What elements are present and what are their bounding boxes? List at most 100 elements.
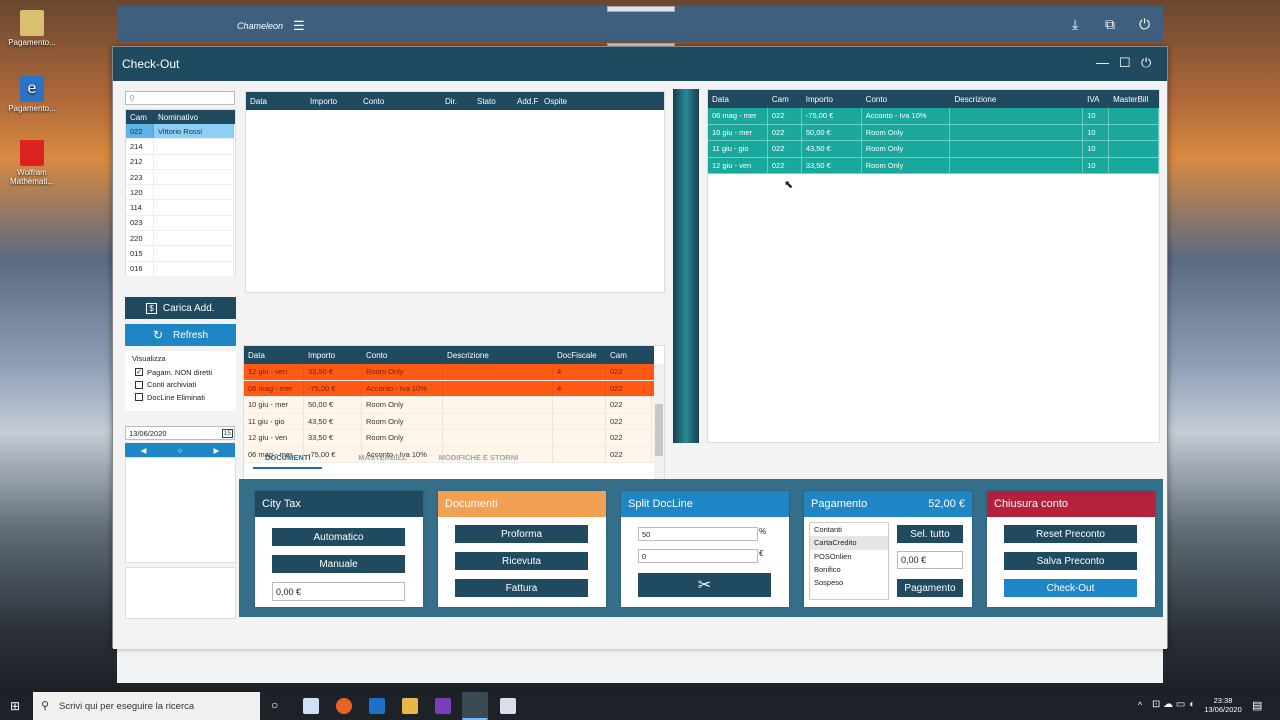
column-header[interactable]: Conto	[862, 90, 951, 108]
checkbox[interactable]	[135, 393, 143, 402]
fattura-button[interactable]: Fattura	[455, 579, 588, 597]
tab-documenti[interactable]: DOCUMENTI	[253, 453, 323, 469]
column-header[interactable]: Conto	[362, 346, 443, 364]
automatico-button[interactable]: Automatico	[272, 528, 405, 546]
taskbar-search[interactable]: ⚲ Scrivi qui per eseguire la ricerca	[33, 692, 260, 720]
table-row[interactable]: 114	[126, 200, 235, 216]
table-row[interactable]: 10 giu - mer 50,00 € Room Only 022	[244, 397, 654, 414]
power-icon[interactable]: ⏻	[1141, 55, 1151, 71]
pagamento-button[interactable]: Pagamento	[897, 579, 963, 597]
table-row[interactable]: 12 giu - ven 33,50 € Room Only 4 022	[244, 364, 654, 381]
maximize-icon[interactable]: ☐	[1119, 55, 1131, 71]
ricevuta-button[interactable]: Ricevuta	[455, 552, 588, 570]
select-all-button[interactable]: Sel. tutto	[897, 525, 963, 543]
desktop-icon-edge[interactable]: e Pagamento...	[0, 76, 64, 113]
split-amount-input[interactable]: 0	[638, 549, 758, 563]
table-row[interactable]: 016	[126, 261, 235, 277]
column-header[interactable]: DocFiscale	[553, 346, 606, 364]
column-header[interactable]: Cam	[768, 90, 802, 108]
table-row[interactable]: 214	[126, 139, 235, 155]
table-row[interactable]: 120	[126, 185, 235, 201]
table-row[interactable]: 06 mag - mer -75,00 € Acconto - Iva 10% 4 02…	[244, 380, 654, 397]
column-header[interactable]: Data	[244, 346, 304, 364]
notification-icon[interactable]: ▤	[1252, 699, 1262, 712]
table-row[interactable]: 06 mag - mer 022 -75,00 € Acconto - Iva 10%…	[708, 108, 1160, 125]
firefox-icon[interactable]	[336, 698, 352, 714]
checkbox-option[interactable]: Conti archiviati	[135, 379, 236, 392]
checkout-button[interactable]: Check-Out	[1004, 579, 1137, 597]
table-row[interactable]: 11 giu - gio 022 43,50 € Room Only 10	[708, 141, 1160, 158]
today-icon[interactable]: ○	[178, 446, 183, 455]
minimize-icon[interactable]: —	[1096, 55, 1109, 70]
carica-add-button[interactable]: $ Carica Add.	[125, 297, 236, 319]
table-row[interactable]: 223	[126, 169, 235, 186]
external-window-icon[interactable]: ⧉	[1105, 16, 1115, 33]
proforma-button[interactable]: Proforma	[455, 525, 588, 543]
column-header[interactable]: Descrizione	[950, 90, 1083, 108]
table-row[interactable]: 11 giu - gio 43,50 € Room Only 022	[244, 413, 654, 430]
column-header[interactable]: Stato	[473, 92, 513, 110]
column-header[interactable]: IVA	[1083, 90, 1109, 108]
checkbox-option[interactable]: DocLine Eliminati	[135, 391, 236, 404]
column-header[interactable]: Cam	[606, 346, 652, 364]
next-arrow-icon[interactable]: ▶	[214, 446, 220, 455]
download-icon[interactable]: ⤓	[1072, 16, 1078, 33]
column-header[interactable]: Importo	[802, 90, 862, 108]
table-row[interactable]: 220	[126, 231, 235, 247]
tab-modifiche-storni[interactable]: MODIFICHE E STORNI	[427, 453, 530, 469]
desktop-icon-wolfram[interactable]: Wolfram Mathemati...	[0, 140, 64, 186]
split-button[interactable]: ✂	[638, 573, 771, 597]
table-row[interactable]: 12 giu - ven 33,50 € Room Only 022	[244, 430, 654, 447]
tab-masterbill[interactable]: MASTERBILL	[346, 453, 418, 469]
column-header[interactable]: Importo	[306, 92, 359, 110]
power-icon[interactable]: ⏻	[1139, 16, 1150, 33]
payment-method-item[interactable]: Contanti	[810, 523, 888, 536]
date-picker[interactable]: 13/06/2020 15	[125, 426, 235, 440]
column-header[interactable]: Descrizione	[443, 346, 553, 364]
checkbox[interactable]: ✓	[135, 368, 143, 377]
drag-handle[interactable]	[607, 6, 675, 12]
store-icon[interactable]	[303, 698, 319, 714]
calendar-icon[interactable]: 15	[221, 428, 233, 438]
checkbox-option[interactable]: ✓ Pagam. NON diretti	[135, 366, 236, 379]
hamburger-icon[interactable]: ☰	[293, 18, 305, 34]
column-header[interactable]: Importo	[304, 346, 362, 364]
payment-method-item[interactable]: Bonifico	[810, 563, 888, 576]
clock[interactable]: 23:38 13/06/2020	[1200, 696, 1246, 714]
windows-start-icon[interactable]: ⊞	[10, 699, 20, 713]
desktop-icon-file[interactable]: Pagamento...	[0, 10, 64, 47]
room-search-input[interactable]: ⚲	[125, 91, 235, 105]
table-row[interactable]: 023	[126, 215, 235, 232]
column-header[interactable]: Data	[708, 90, 768, 108]
tray-icons[interactable]: ⊡ ☁ ▭ ◖	[1152, 699, 1194, 710]
payment-method-item[interactable]: Sospeso	[810, 576, 888, 589]
refresh-button[interactable]: ↻ Refresh	[125, 324, 236, 346]
tray-chevron-icon[interactable]: ^	[1138, 700, 1142, 710]
task-view-icon[interactable]: ○	[271, 698, 278, 712]
city-tax-amount-input[interactable]: 0,00 €	[272, 582, 405, 601]
column-header[interactable]: Dir.	[441, 92, 473, 110]
manuale-button[interactable]: Manuale	[272, 555, 405, 573]
checkbox[interactable]	[135, 380, 143, 389]
column-header[interactable]: Ospite	[540, 92, 600, 110]
table-row[interactable]: 015	[126, 246, 235, 262]
file-explorer-icon[interactable]	[402, 698, 418, 714]
outlook-icon[interactable]	[369, 698, 385, 714]
visual-studio-icon[interactable]	[435, 698, 451, 714]
vertical-scrollbar[interactable]	[654, 364, 664, 488]
payment-method-item[interactable]: CartaCredito	[810, 536, 888, 550]
prev-arrow-icon[interactable]: ◀	[141, 446, 147, 455]
table-row[interactable]: 212	[126, 154, 235, 170]
column-header[interactable]: Conto	[359, 92, 441, 110]
column-header[interactable]: Data	[246, 92, 306, 110]
reset-preconto-button[interactable]: Reset Preconto	[1004, 525, 1137, 543]
column-header[interactable]: Add.F	[513, 92, 540, 110]
splitter-bar[interactable]	[673, 89, 699, 443]
table-row[interactable]: 022 Vittorio Rossi	[126, 124, 235, 140]
payment-amount-input[interactable]: 0,00 €	[897, 551, 963, 569]
salva-preconto-button[interactable]: Salva Preconto	[1004, 552, 1137, 570]
snipping-tool-icon[interactable]	[500, 698, 516, 714]
chameleon-app-icon[interactable]	[462, 692, 488, 720]
split-percent-input[interactable]: 50	[638, 527, 758, 541]
column-header[interactable]: MasterBill	[1109, 90, 1159, 108]
